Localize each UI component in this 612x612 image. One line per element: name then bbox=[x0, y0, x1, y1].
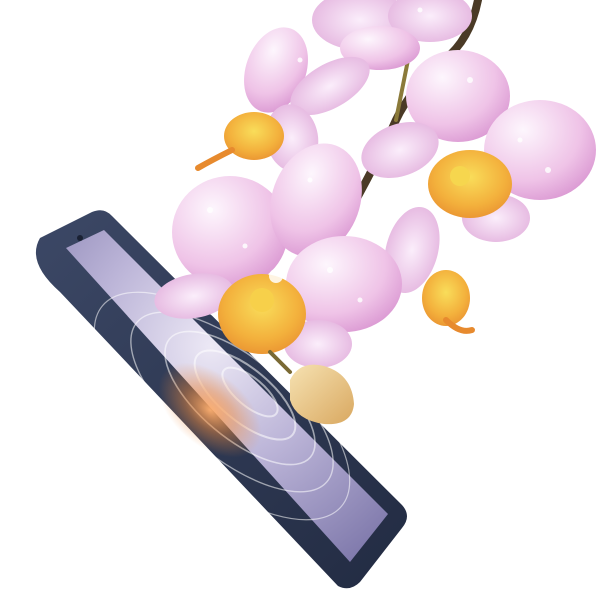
photo-scene bbox=[0, 0, 612, 612]
phone-camera bbox=[77, 235, 83, 241]
